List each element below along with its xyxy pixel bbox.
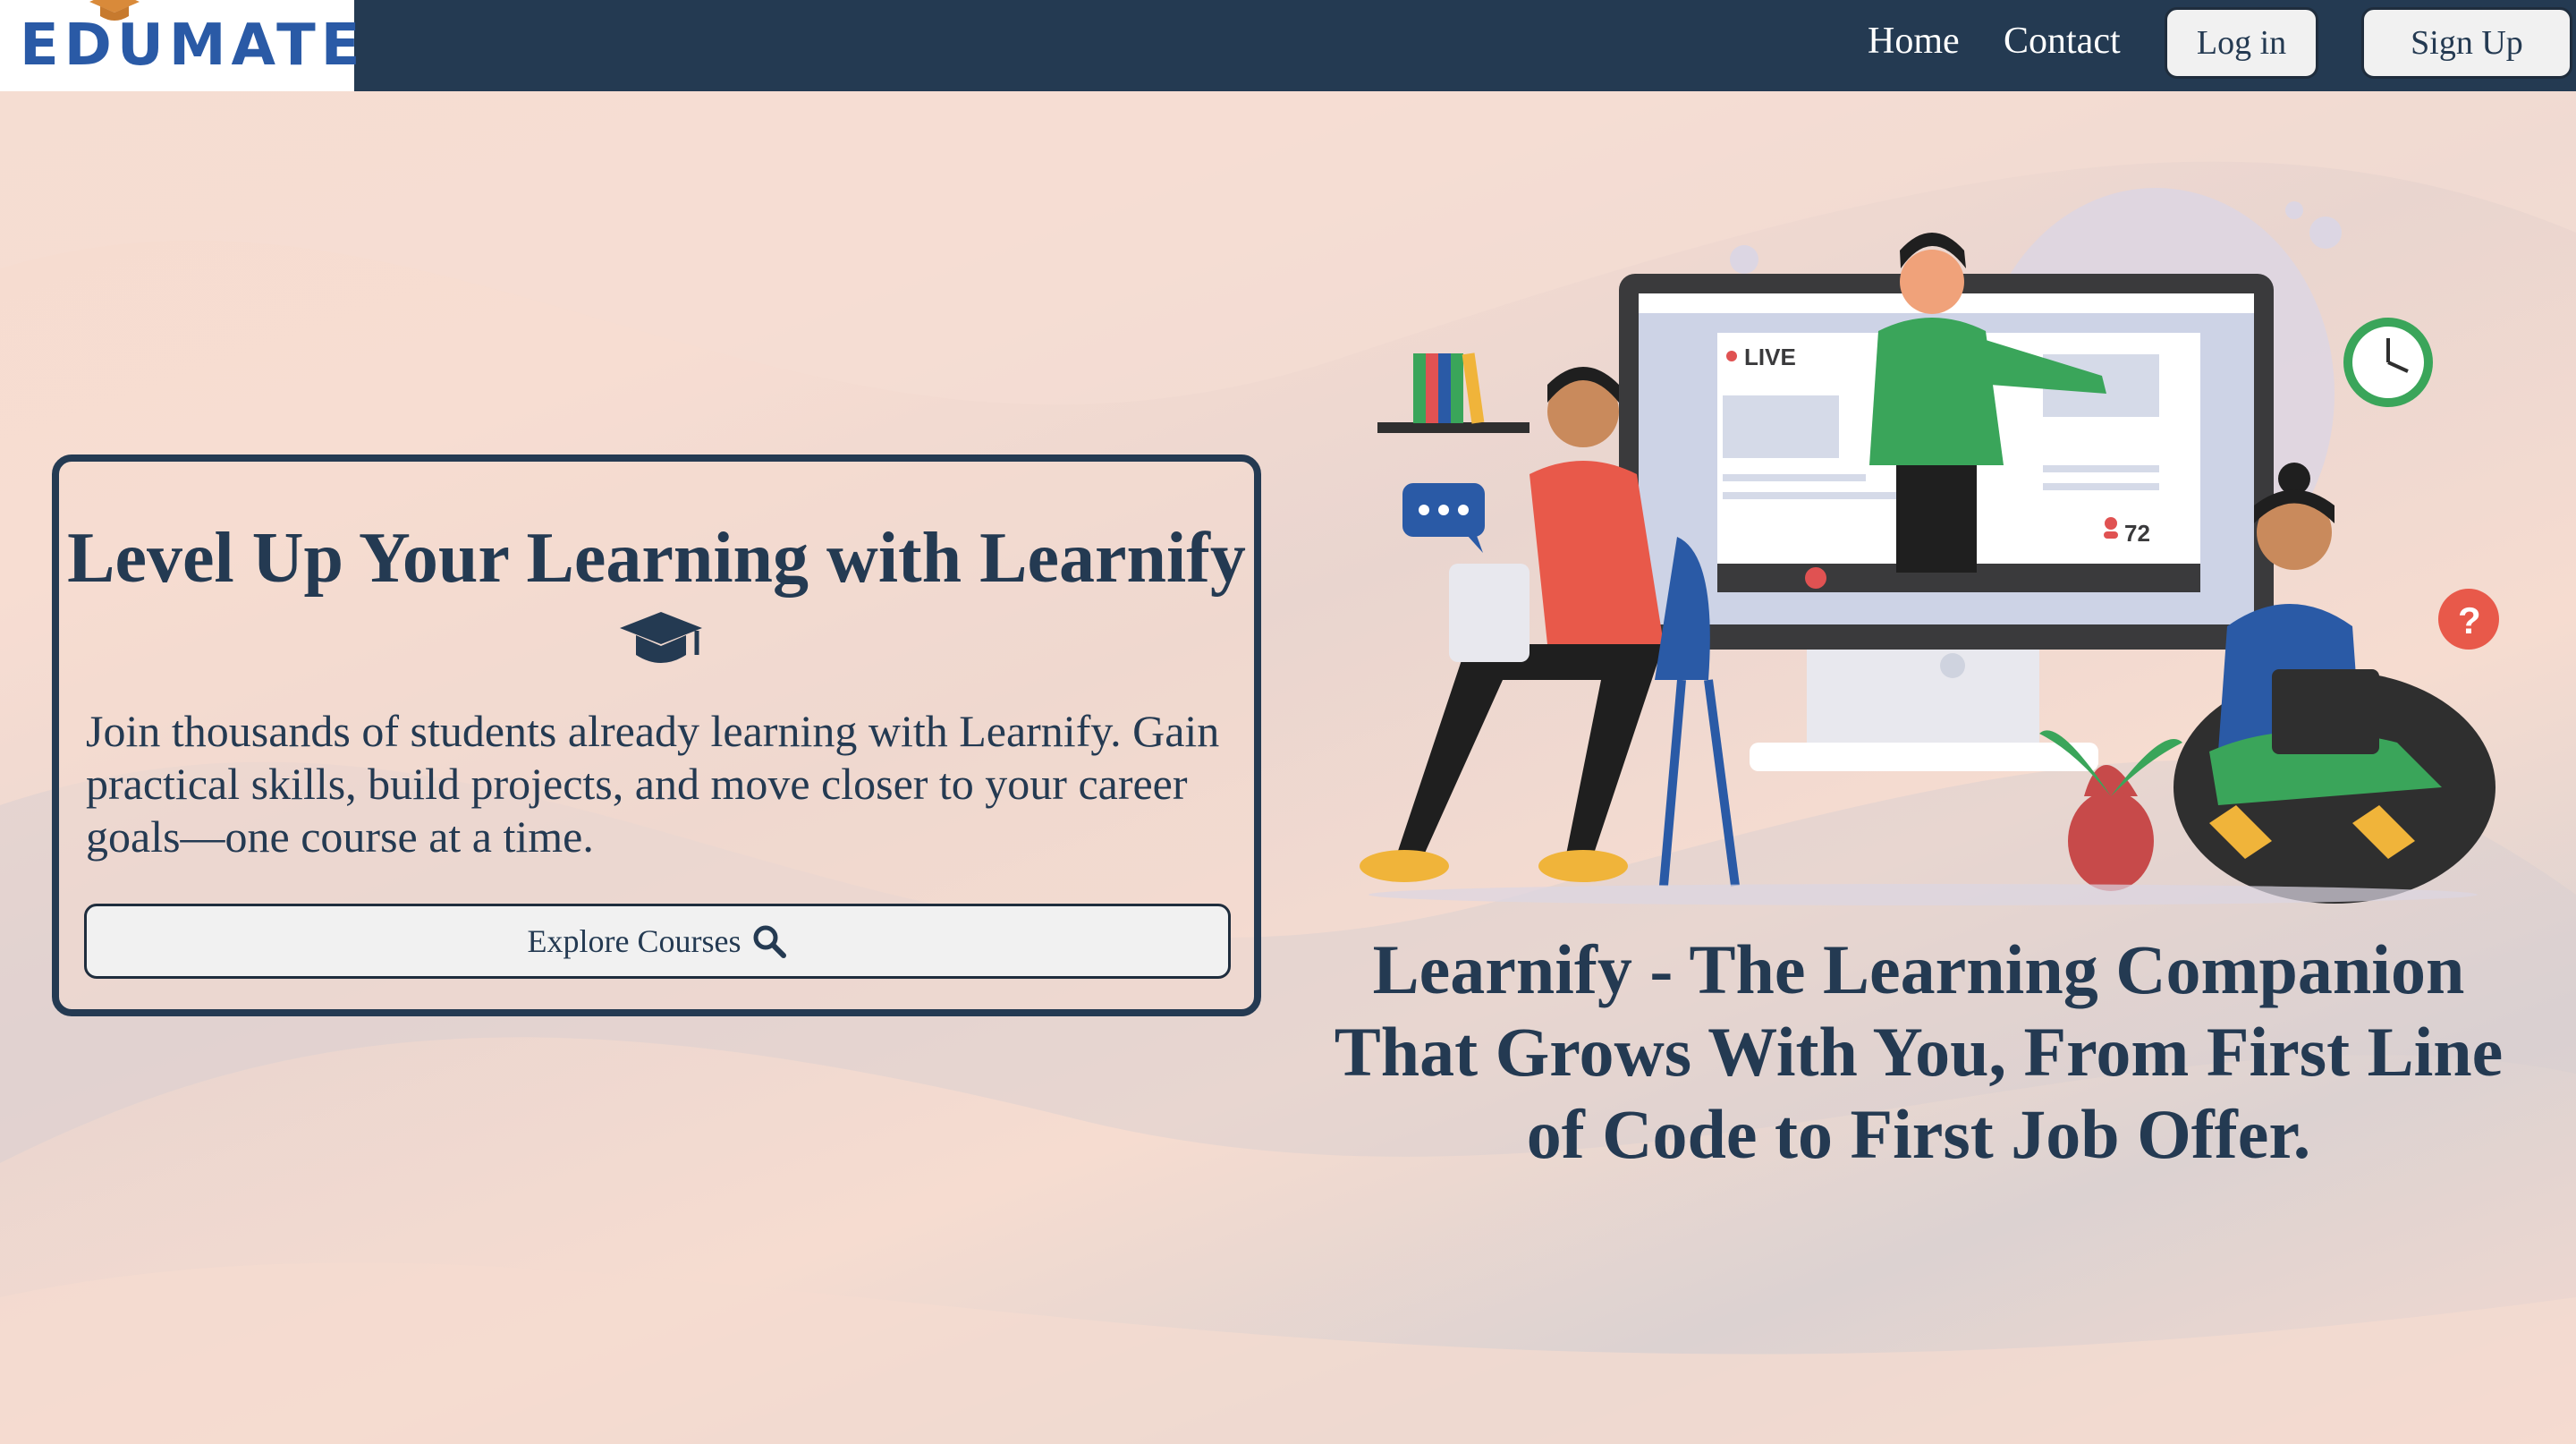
hero-title-text: Level Up Your Learning with Learnify: [67, 519, 1246, 598]
hero-tagline: Learnify - The Learning Companion That G…: [1334, 930, 2504, 1173]
nav-home-link[interactable]: Home: [1868, 20, 1960, 63]
online-learning-illustration: LIVE 72 ?: [1360, 188, 2499, 905]
hero-card: Level Up Your Learning with Learnify Joi…: [52, 454, 1261, 1016]
chat-bubble-icon: [1402, 483, 1485, 553]
hero-description: Join thousands of students already learn…: [86, 706, 1220, 862]
bookshelf-icon: [1377, 353, 1530, 433]
viewer-count: 72: [2124, 520, 2150, 547]
question-bubble-icon: ?: [2438, 589, 2499, 650]
logo-text: EDUMATE: [20, 13, 366, 79]
live-dot-icon: [1726, 351, 1737, 361]
clock-icon: [2343, 318, 2433, 407]
live-label: LIVE: [1744, 344, 1796, 370]
login-button[interactable]: Log in: [2165, 7, 2318, 79]
nav-contact-link[interactable]: Contact: [2004, 20, 2121, 63]
graduation-cap-icon: [620, 612, 702, 663]
hero-title: Level Up Your Learning with Learnify: [59, 517, 1254, 682]
explore-courses-button[interactable]: Explore Courses: [84, 904, 1231, 979]
search-icon: [753, 925, 787, 958]
logo-cap-icon: [89, 0, 140, 21]
signup-button[interactable]: Sign Up: [2361, 7, 2572, 79]
top-navbar: EDUMATE Home Contact Log in Sign Up: [0, 0, 2576, 91]
svg-text:?: ?: [2458, 599, 2481, 641]
explore-courses-label: Explore Courses: [527, 923, 741, 959]
logo[interactable]: EDUMATE: [0, 0, 360, 91]
